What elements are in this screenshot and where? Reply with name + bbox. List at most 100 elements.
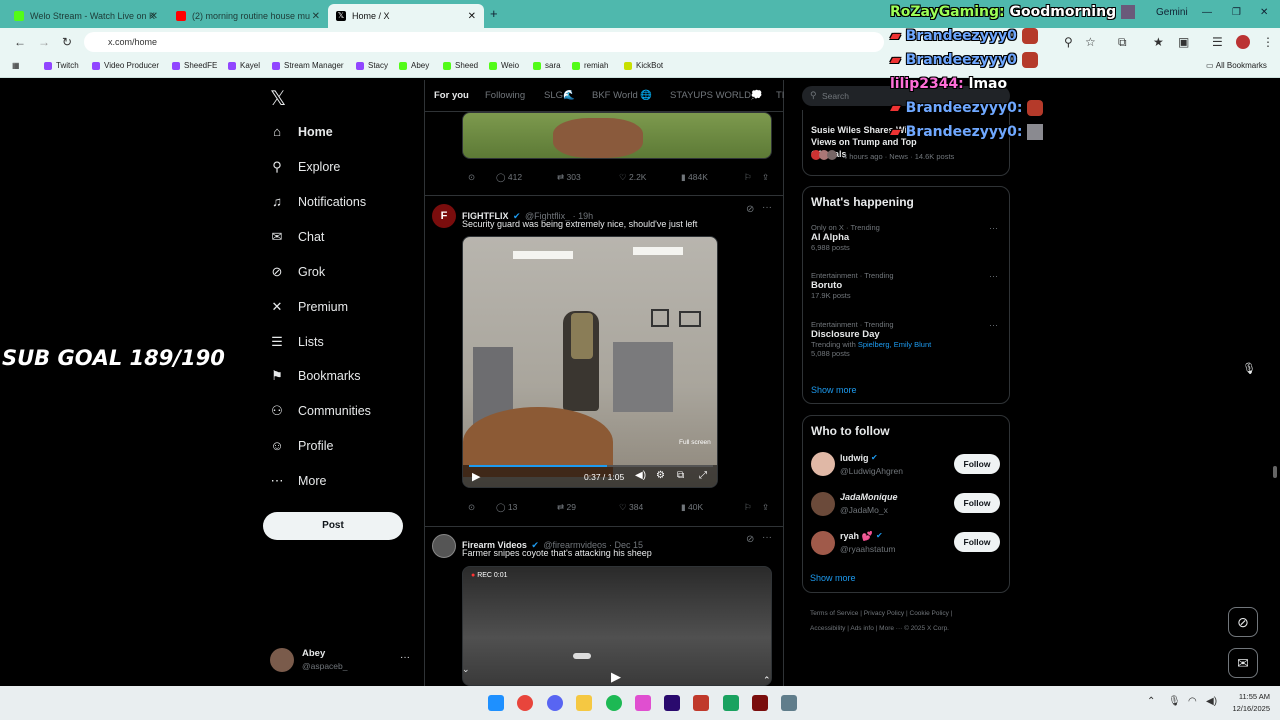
clock-time[interactable]: 11:55 AM	[1226, 692, 1270, 701]
wifi-icon[interactable]: ◠	[1188, 696, 1197, 707]
chevron-down-icon[interactable]: ⌄	[462, 664, 470, 675]
footer-link[interactable]: Terms of Service	[810, 610, 858, 617]
messages-fab-button[interactable]: ✉	[1228, 648, 1258, 678]
app-icon[interactable]	[693, 695, 709, 711]
views-button[interactable]: ▮ 484K	[681, 172, 708, 183]
like-button[interactable]: ♡ 2.2K	[619, 172, 646, 183]
reload-icon[interactable]: ↻	[62, 35, 72, 49]
bookmark-item[interactable]: Video Producer	[92, 61, 159, 70]
more-icon[interactable]: ···	[762, 532, 772, 543]
apps-icon[interactable]: ▦	[12, 61, 20, 70]
tab-ti[interactable]: TI	[776, 90, 784, 101]
pip-icon[interactable]: ⧉	[677, 470, 684, 481]
clock-date[interactable]: 12/16/2025	[1226, 704, 1270, 713]
tab-for-you[interactable]: For you	[434, 90, 469, 101]
tab-bkf-world[interactable]: BKF World 🌐	[592, 90, 652, 101]
tweet-media[interactable]	[462, 112, 772, 159]
browser-tab[interactable]: (2) morning routine house mu ✕	[168, 4, 328, 28]
premiere-icon[interactable]	[664, 695, 680, 711]
sidebar-item-premium[interactable]: ✕ Premium	[270, 300, 348, 315]
microphone-icon[interactable]: 🎙	[1242, 362, 1256, 375]
minimize-icon[interactable]: —	[1202, 7, 1212, 18]
sidebar-item-lists[interactable]: ☰ Lists	[270, 335, 324, 350]
avatar[interactable]	[811, 452, 835, 476]
new-tab-button[interactable]: +	[490, 6, 498, 21]
trend-item[interactable]: Entertainment · Trending Boruto 17.9K po…	[811, 271, 1001, 300]
video-player[interactable]: Full screen ▶ 0:37 / 1:05 ◀) ⚙ ⧉ ⤢	[462, 236, 718, 488]
bookmark-item[interactable]: remiah	[572, 61, 608, 70]
grok-icon[interactable]: ⊘	[746, 204, 754, 215]
bookmark-item[interactable]: sara	[533, 61, 561, 70]
zoom-icon[interactable]: ⚲	[1064, 35, 1073, 49]
profile-avatar[interactable]	[1236, 35, 1250, 49]
follow-button[interactable]: Follow	[954, 532, 1000, 552]
bookmark-item[interactable]: Stacy	[356, 61, 388, 70]
fullscreen-icon[interactable]: ⤢	[699, 470, 707, 481]
bookmark-item[interactable]: Abey	[399, 61, 429, 70]
footer-link[interactable]: Accessibility	[810, 625, 845, 632]
tab-stayups-world[interactable]: STAYUPS WORLD💭	[670, 90, 763, 101]
calculator-icon[interactable]	[781, 695, 797, 711]
gemini-label[interactable]: Gemini	[1156, 7, 1188, 18]
footer-link[interactable]: Cookie Policy	[910, 610, 949, 617]
close-icon[interactable]: ✕	[468, 11, 476, 22]
media-icon[interactable]: ☰	[1212, 35, 1223, 49]
footer-link[interactable]: Privacy Policy	[864, 610, 904, 617]
sidebar-item-explore[interactable]: ⚲ Explore	[270, 160, 340, 175]
bookmark-star-icon[interactable]: ★	[1153, 35, 1164, 49]
video-player[interactable]: ● REC 0:01 ▶ ⌃	[462, 566, 772, 686]
follow-name[interactable]: ryah 💕	[840, 531, 873, 542]
more-icon[interactable]: ···	[400, 652, 410, 663]
sidebar-item-chat[interactable]: ✉ Chat	[270, 230, 325, 245]
bookmark-item[interactable]: Sheed	[443, 61, 478, 70]
share-button[interactable]: ⇪	[762, 502, 769, 513]
speaker-icon[interactable]: ◀)	[1206, 696, 1217, 707]
reply-button[interactable]: ◯ 412	[496, 172, 522, 183]
bookmark-item[interactable]: KickBot	[624, 61, 663, 70]
url-input[interactable]: x.com/home	[84, 32, 884, 52]
tab-slg[interactable]: SLG🌊	[544, 90, 575, 101]
spotify-icon[interactable]	[606, 695, 622, 711]
start-icon[interactable]	[488, 695, 504, 711]
more-icon[interactable]: ···	[989, 320, 998, 330]
views-circle-icon[interactable]: ⊙	[468, 502, 475, 513]
repost-button[interactable]: ⇄ 303	[557, 172, 581, 183]
show-more-link[interactable]: Show more	[810, 573, 856, 583]
play-icon[interactable]: ▶	[472, 470, 480, 483]
close-icon[interactable]: ✕	[150, 11, 158, 22]
reply-button[interactable]: ◯ 13	[496, 502, 517, 513]
repost-button[interactable]: ⇄ 29	[557, 502, 576, 513]
close-window-icon[interactable]: ✕	[1260, 7, 1268, 18]
chevron-up-icon[interactable]: ⌃	[763, 675, 771, 685]
discord-icon[interactable]	[547, 695, 563, 711]
bookmark-button[interactable]: ⚐	[744, 502, 752, 513]
follow-name[interactable]: ludwig	[840, 453, 869, 463]
chevron-up-icon[interactable]: ⌃	[1147, 696, 1155, 707]
trend-item[interactable]: Only on X · Trending AI Alpha 6,988 post…	[811, 223, 1001, 252]
volume-icon[interactable]: ◀)	[635, 470, 646, 481]
sidebar-item-more[interactable]: ⋯ More	[270, 474, 327, 489]
grok-fab-button[interactable]: ⊘	[1228, 607, 1258, 637]
extensions-icon[interactable]: ⧉	[1118, 35, 1127, 50]
sidebar-item-bookmarks[interactable]: ⚑ Bookmarks	[270, 369, 360, 384]
star-icon[interactable]: ☆	[1085, 35, 1096, 49]
sidebar-item-grok[interactable]: ⊘ Grok	[270, 265, 326, 280]
avatar[interactable]	[811, 492, 835, 516]
app-icon[interactable]	[752, 695, 768, 711]
bookmark-item[interactable]: Weio	[489, 61, 519, 70]
views-circle-icon[interactable]: ⊙	[468, 172, 475, 183]
back-icon[interactable]: ←	[14, 35, 26, 49]
microphone-icon[interactable]: 🎙	[1168, 696, 1181, 707]
follow-button[interactable]: Follow	[954, 493, 1000, 513]
sidebar-item-notifications[interactable]: ♫ Notifications	[270, 195, 366, 210]
trend-item[interactable]: Entertainment · Trending Disclosure Day …	[811, 320, 1001, 358]
share-button[interactable]: ⇪	[762, 172, 769, 183]
settings-icon[interactable]: ⚙	[656, 470, 665, 481]
follow-button[interactable]: Follow	[954, 454, 1000, 474]
bookmark-item[interactable]: Kayel	[228, 61, 260, 70]
more-icon[interactable]: ···	[989, 271, 998, 281]
app-icon[interactable]	[635, 695, 651, 711]
avatar[interactable]: F	[432, 204, 456, 228]
all-bookmarks[interactable]: ▭ All Bookmarks	[1206, 61, 1267, 70]
chrome-icon[interactable]	[517, 695, 533, 711]
